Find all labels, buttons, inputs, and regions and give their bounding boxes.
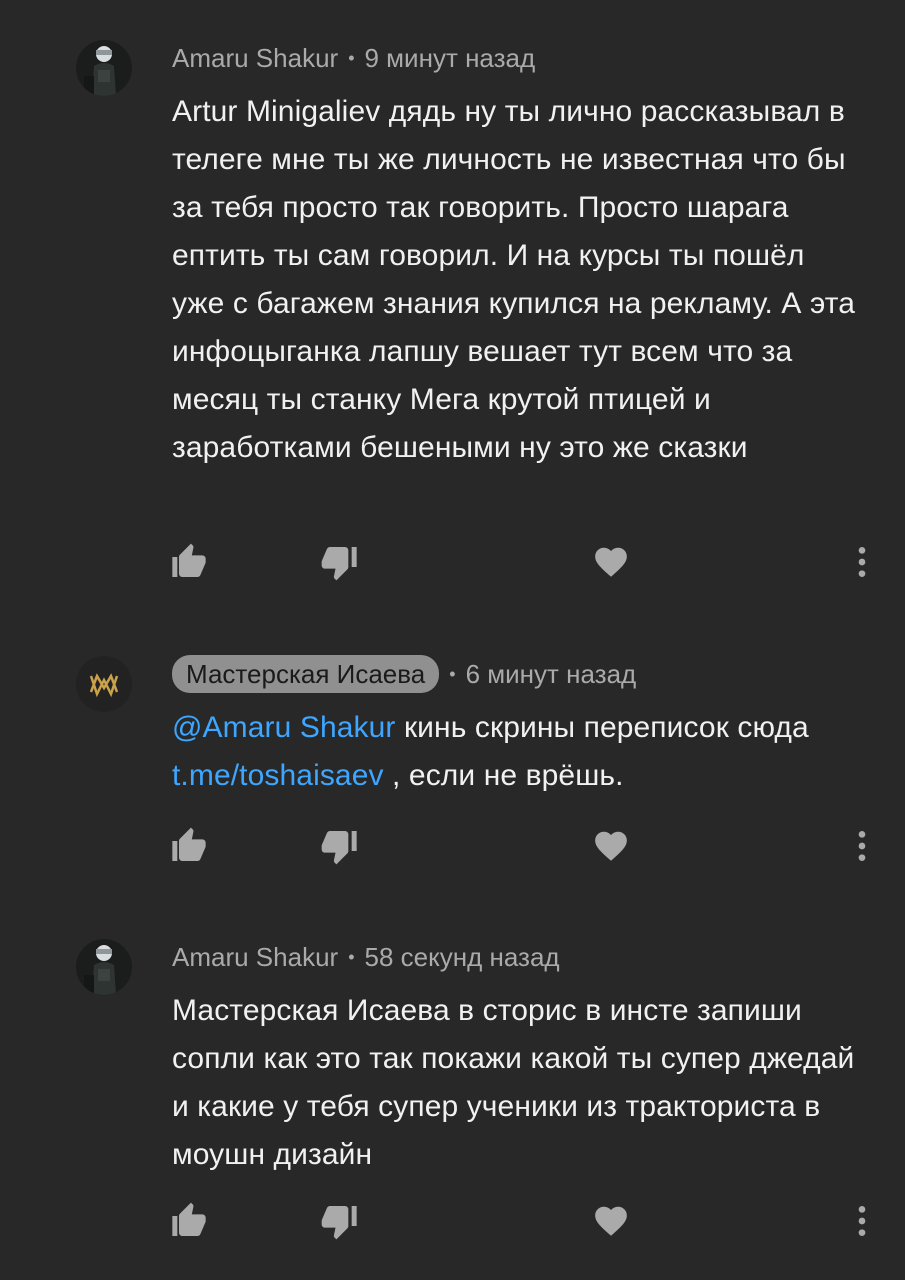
heart-icon [595,831,627,861]
telegram-link[interactable]: t.me/toshaisaev [172,759,384,792]
like-button[interactable] [164,1196,214,1246]
meta-separator: • [348,47,355,68]
dislike-button[interactable] [315,821,365,871]
heart-icon [595,547,627,577]
dark-figure-avatar-icon [76,40,132,96]
heart-button[interactable] [586,1196,636,1246]
comment-text: @Amaru Shakur кинь скрины переписок сюда… [172,704,865,800]
more-options-button[interactable] [837,537,887,587]
meta-separator: • [348,946,355,967]
comment-text: Artur Minigaliev дядь ну ты лично расска… [172,95,855,464]
heart-button[interactable] [586,537,636,587]
thumbs-up-icon [172,1202,206,1236]
thumbs-down-icon [321,1206,357,1240]
dislike-button[interactable] [315,537,365,587]
comment-time[interactable]: 58 секунд назад [365,942,560,973]
like-button[interactable] [164,537,214,587]
comment-actions [0,821,905,871]
thumbs-up-icon [172,827,206,861]
like-button[interactable] [164,821,214,871]
comment-actions [0,537,905,587]
comment-meta: Amaru Shakur • 9 минут назад [172,40,865,76]
more-vert-icon [858,831,866,861]
dislike-button[interactable] [315,1196,365,1246]
comments-page: Amaru Shakur • 9 минут назад Artur Minig… [0,0,905,1280]
comment-text-part: кинь скрины переписок сюда [395,711,809,744]
heart-button[interactable] [586,821,636,871]
meta-separator: • [449,663,456,684]
comment-text: Мастерская Исаева в сторис в инсте запиш… [172,994,855,1171]
thumbs-down-icon [321,547,357,581]
dark-figure-avatar-icon [76,939,132,995]
comment-author[interactable]: Amaru Shakur [172,43,338,74]
comment-time[interactable]: 9 минут назад [365,43,536,74]
avatar[interactable] [76,939,132,995]
more-vert-icon [858,1206,866,1236]
more-options-button[interactable] [837,1196,887,1246]
comment-meta: Amaru Shakur • 58 секунд назад [172,939,865,975]
more-options-button[interactable] [837,821,887,871]
avatar[interactable] [76,656,132,712]
heart-icon [595,1206,627,1236]
thumbs-down-icon [321,831,357,865]
comment-time[interactable]: 6 минут назад [466,659,637,690]
mention-link[interactable]: @Amaru Shakur [172,711,396,744]
comment-actions [0,1196,905,1246]
thumbs-up-icon [172,543,206,577]
comment-meta: Мастерская Исаева • 6 минут назад [172,655,865,693]
avatar[interactable] [76,40,132,96]
comment-author[interactable]: Amaru Shakur [172,942,338,973]
more-vert-icon [858,547,866,577]
gold-logo-avatar-icon [76,656,132,712]
comment-text-part: , если не врёшь. [383,759,624,792]
channel-owner-author-chip[interactable]: Мастерская Исаева [172,655,440,693]
